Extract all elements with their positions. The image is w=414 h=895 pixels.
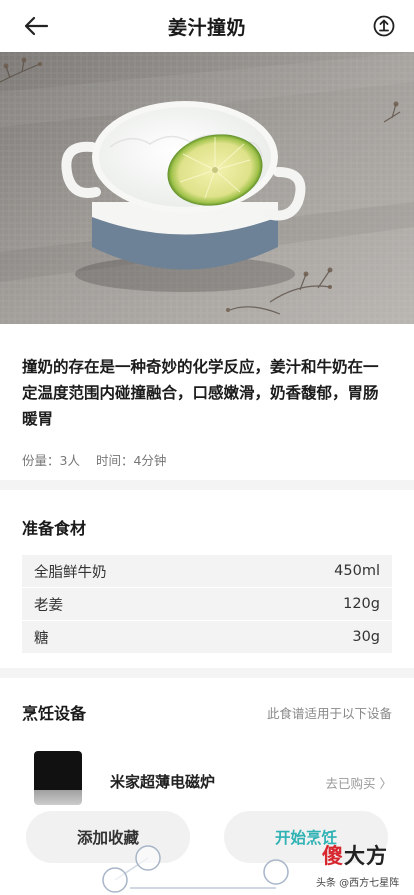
recipe-hero-image <box>0 52 414 324</box>
ingredient-row: 老姜 120g <box>22 588 392 620</box>
ginger-milk-photo <box>0 52 414 324</box>
arrow-left-icon <box>24 16 49 36</box>
share-button[interactable] <box>368 10 400 42</box>
ingredient-name: 糖 <box>34 630 49 647</box>
ingredient-name: 老姜 <box>34 597 63 614</box>
time-label: 时间：4分钟 <box>95 453 167 468</box>
ingredient-amount: 30g <box>352 629 380 645</box>
watermark-caption: 头条 @西方七星阵 <box>316 878 400 889</box>
ingredients-list: 全脂鲜牛奶 450ml 老姜 120g 糖 30g <box>22 555 392 654</box>
page-title: 姜汁撞奶 <box>167 16 246 39</box>
servings-label: 份量：3人 <box>22 453 80 468</box>
ingredients-title: 准备食材 <box>22 519 87 538</box>
device-section-title: 烹饪设备 <box>22 704 87 723</box>
ingredient-amount: 450ml <box>334 563 380 579</box>
section-divider <box>0 668 414 678</box>
device-section-note: 此食谱适用于以下设备 <box>266 706 392 721</box>
recipe-description: 撞奶的存在是一种奇妙的化学反应，姜汁和牛奶在一定温度范围内碰撞融合，口感嫩滑，奶… <box>22 358 379 428</box>
section-divider <box>0 480 414 490</box>
ingredient-name: 全脂鲜牛奶 <box>34 564 107 581</box>
top-bar: 姜汁撞奶 <box>0 0 414 52</box>
ingredient-amount: 120g <box>343 596 380 612</box>
share-icon <box>373 15 395 37</box>
recipe-meta: 份量：3人 时间：4分钟 <box>22 450 166 469</box>
ingredient-row: 糖 30g <box>22 621 392 653</box>
ingredient-row: 全脂鲜牛奶 450ml <box>22 555 392 587</box>
watermark: 傻大方 头条 @西方七星阵 <box>316 838 412 894</box>
watermark-brand: 傻大方 <box>322 844 388 868</box>
device-name: 米家超薄电磁炉 <box>110 773 216 791</box>
back-button[interactable] <box>18 10 54 42</box>
